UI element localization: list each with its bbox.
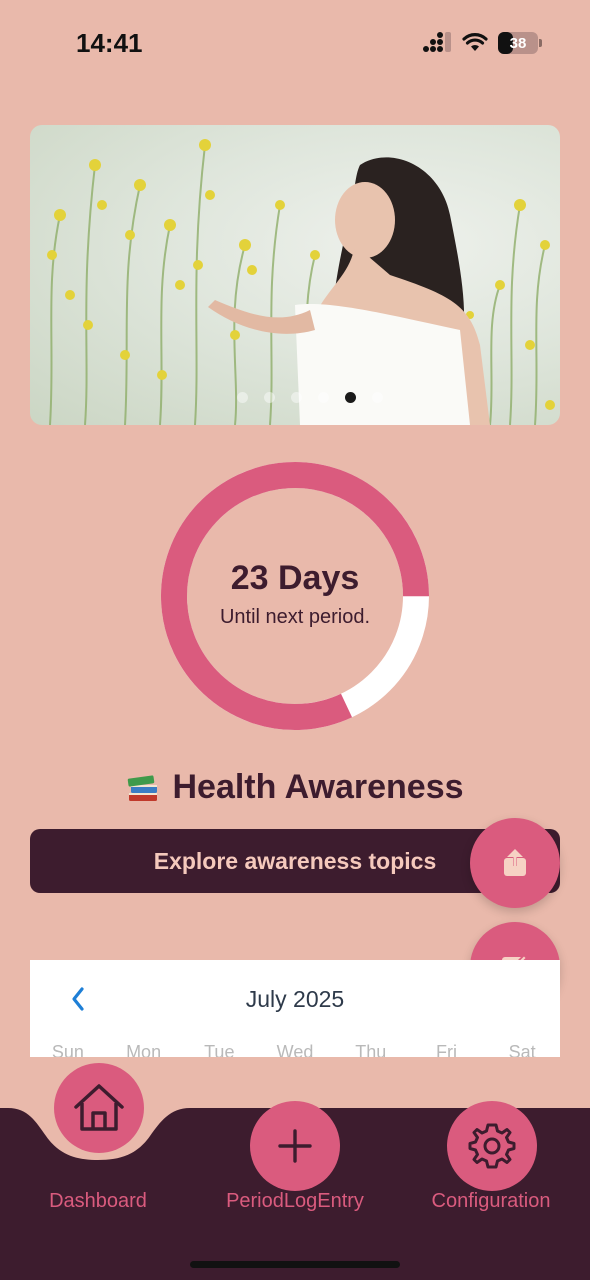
cellular-signal-icon: [423, 32, 451, 52]
nav-label-configuration[interactable]: Configuration: [416, 1190, 566, 1213]
gear-icon: [468, 1123, 516, 1169]
section-title-text: Health Awareness: [172, 768, 464, 806]
nav-label-dashboard[interactable]: Dashboard: [28, 1190, 168, 1213]
status-bar: 14:41 38: [0, 0, 590, 90]
nav-configuration-button[interactable]: [447, 1101, 537, 1191]
weekday-label: Sat: [508, 1042, 536, 1057]
hero-carousel[interactable]: [30, 125, 560, 425]
carousel-dot[interactable]: [345, 392, 356, 403]
status-icons: 38: [422, 32, 542, 54]
weekday-label: Fri: [435, 1042, 457, 1057]
plus-icon: [278, 1129, 312, 1163]
home-indicator: [190, 1261, 400, 1268]
health-awareness-heading: Health Awareness: [0, 768, 590, 807]
battery-icon: 38: [498, 32, 538, 54]
home-icon: [74, 1084, 124, 1131]
weekday-label: Sun: [51, 1042, 84, 1057]
wifi-icon: [462, 33, 488, 51]
battery-level-text: 38: [509, 34, 527, 52]
carousel-dot[interactable]: [318, 392, 329, 403]
nav-period-log-entry-button[interactable]: [250, 1101, 340, 1191]
share-icon: [504, 849, 526, 876]
days-until-period: 23 Days: [230, 559, 360, 597]
weekday-label: Mon: [126, 1042, 162, 1057]
carousel-dot[interactable]: [237, 392, 248, 403]
weekday-label: Wed: [276, 1042, 314, 1057]
calendar-weekdays: Sun Mon Tue Wed Thu Fri Sat: [30, 1042, 560, 1057]
weekday-label: Thu: [355, 1042, 387, 1057]
calendar-month-title: July 2025: [245, 986, 345, 1012]
status-time: 14:41: [76, 28, 143, 58]
cycle-progress-ring: 23 Days Until next period.: [160, 461, 430, 731]
nav-dashboard-button[interactable]: [54, 1063, 144, 1153]
books-icon: [126, 771, 160, 805]
share-button[interactable]: [470, 818, 560, 908]
hero-image: [47, 139, 555, 425]
nav-label-period-log-entry[interactable]: PeriodLogEntry: [205, 1190, 385, 1213]
calendar: July 2025 Sun Mon Tue Wed Thu Fri Sat: [30, 960, 560, 1057]
carousel-dot[interactable]: [264, 392, 275, 403]
carousel-dot[interactable]: [291, 392, 302, 403]
carousel-dots[interactable]: [30, 392, 560, 403]
days-until-subtitle: Until next period.: [219, 606, 371, 628]
carousel-dot[interactable]: [372, 392, 383, 403]
weekday-label: Tue: [204, 1042, 235, 1057]
